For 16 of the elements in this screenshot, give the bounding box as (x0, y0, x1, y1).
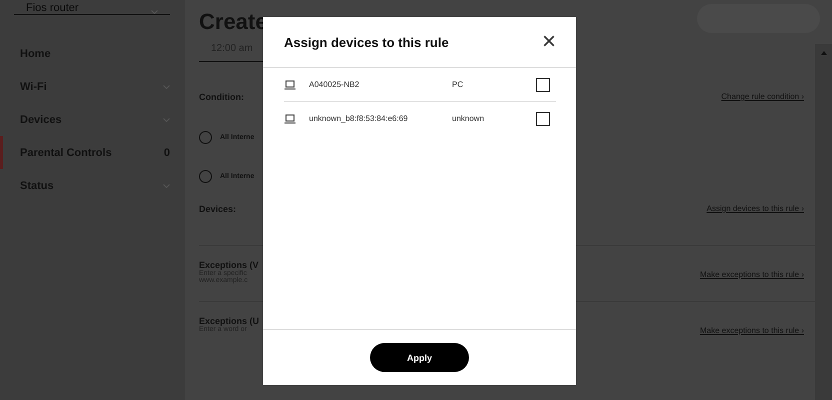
chevron-down-icon (151, 10, 158, 14)
radio-button[interactable] (199, 131, 212, 144)
checkbox[interactable] (536, 112, 550, 126)
device-type: PC (452, 80, 464, 89)
apply-button[interactable]: Apply (370, 343, 469, 372)
close-button[interactable]: × (542, 30, 556, 54)
device-type: unknown (452, 114, 486, 123)
radio-button[interactable] (199, 170, 212, 183)
dialog-title: Assign devices to this rule (284, 34, 449, 50)
checkbox[interactable] (536, 78, 550, 92)
scrollbar[interactable] (815, 44, 832, 400)
laptop-icon (284, 114, 296, 124)
device-name: A040025-NB2 (309, 80, 360, 89)
scroll-up-icon[interactable] (820, 51, 826, 55)
device-name: unknown_b8:f8:53:84:e6:69 (309, 114, 409, 123)
laptop-icon (284, 80, 296, 90)
